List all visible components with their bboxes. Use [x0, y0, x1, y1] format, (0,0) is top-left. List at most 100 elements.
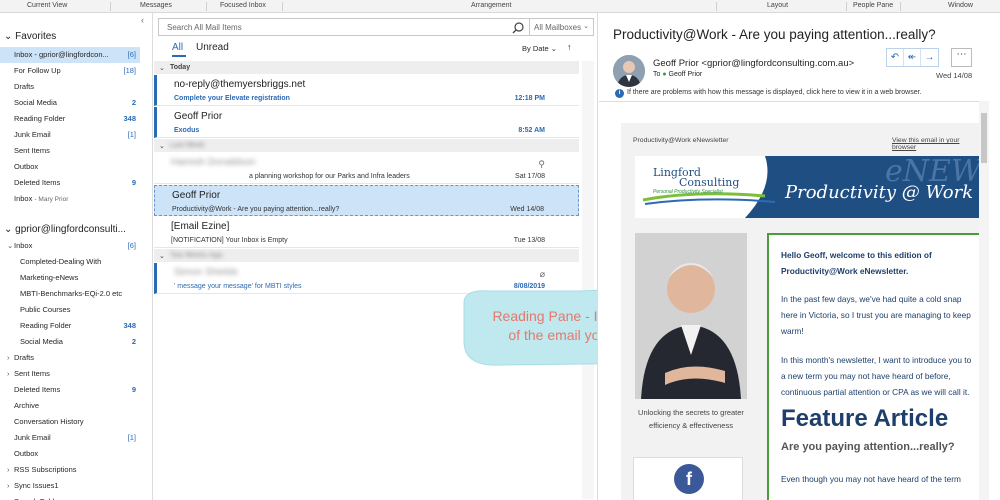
group-label: Today [170, 64, 191, 71]
favorites-header[interactable]: ⌄ Favorites [4, 31, 56, 42]
message-list-scrollbar[interactable] [582, 61, 594, 499]
reading-pane-callout: Reading Pane - Instant view of the email… [463, 289, 598, 366]
ribbon-group-bar: Current View Messages Focused Inbox Arra… [0, 0, 1000, 13]
group-label: Last Week [170, 142, 205, 149]
tab-unread[interactable]: Unread [196, 42, 229, 53]
tab-all[interactable]: All [172, 42, 186, 57]
folder-item[interactable]: › RSS Subscriptions [0, 462, 140, 478]
chevron-right-icon[interactable]: › [7, 350, 10, 366]
message-row[interactable]: Geoff Prior Exodus 8:52 AM [154, 107, 579, 138]
search-input[interactable]: Search All Mail Items [167, 23, 242, 32]
folder-label: MBTI-Benchmarks-EQi-2.0 etc [20, 289, 123, 298]
forward-icon[interactable]: → [921, 49, 938, 66]
reply-icon[interactable]: ↶ [887, 49, 904, 66]
folder-item[interactable]: Search Folders [0, 494, 140, 500]
folder-item[interactable]: Conversation History [0, 414, 140, 430]
author-photo [635, 233, 747, 399]
reading-scrollbar[interactable] [979, 101, 989, 500]
folder-label: Outbox [14, 449, 39, 458]
group-header-last-week[interactable]: ⌄ Last Week [154, 139, 579, 152]
intro-line: here in Victoria, so I trust you are man… [781, 310, 971, 320]
to-label: To [653, 71, 661, 78]
feature-article-heading: Feature Article [781, 405, 949, 432]
avatar[interactable] [613, 55, 645, 87]
message-row[interactable]: no-reply@themyersbriggs.net Complete you… [154, 75, 579, 106]
chevron-right-icon[interactable]: › [7, 478, 10, 494]
folder-label: Inbox [14, 194, 33, 203]
group-label: Two Weeks Ago [170, 252, 223, 259]
folder-item[interactable]: ⌄ Inbox [6] [0, 238, 140, 254]
folder-label: Inbox [14, 241, 33, 250]
folder-item[interactable]: Outbox [0, 446, 140, 462]
group-header-today[interactable]: ⌄ Today [154, 61, 579, 74]
folder-label: Completed-Dealing With [20, 257, 102, 266]
message-row[interactable]: Hamish Donaldson a planning workshop for… [154, 153, 579, 184]
reply-all-icon[interactable]: ↞ [904, 49, 921, 66]
message-subject: [NOTIFICATION] Your Inbox is Empty [171, 237, 288, 244]
folder-item[interactable]: › Sent Items [0, 366, 140, 382]
ribbon-group-current-view: Current View [27, 2, 68, 9]
folder-count: 2 [131, 98, 136, 107]
folder-item[interactable]: Social Media 2 [0, 95, 140, 111]
message-sender: Hamish Donaldson [171, 157, 256, 168]
chevron-right-icon[interactable]: › [7, 462, 10, 478]
message-subject: a planning workshop for our Parks and In… [249, 173, 410, 180]
infobar-text: If there are problems with how this mess… [627, 89, 922, 96]
sender-address[interactable]: Geoff Prior <gprior@lingfordconsulting.c… [653, 58, 854, 69]
photo-caption: Unlocking the secrets to greater efficie… [638, 408, 744, 430]
search-box[interactable]: Search All Mail Items All Mailboxes ⌄ [158, 18, 594, 36]
folder-item[interactable]: Inbox - Mary Prior [0, 191, 140, 207]
newsletter-banner: Lingford Consulting Personal Productivit… [635, 156, 979, 218]
message-row-selected[interactable]: Geoff Prior Productivity@Work - Are you … [154, 185, 579, 216]
sort-by-dropdown[interactable]: By Date ⌄ [522, 44, 557, 53]
callout-line-2: of the email you select. [508, 327, 598, 343]
ribbon-divider [716, 2, 717, 11]
folder-item[interactable]: Deleted Items 9 [0, 382, 140, 398]
folder-item[interactable]: Sent Items [0, 143, 140, 159]
folder-item[interactable]: Inbox - gprior@lingfordcon... [6] [0, 47, 140, 63]
folder-item[interactable]: Junk Email [1] [0, 430, 140, 446]
folder-item[interactable]: Public Courses [0, 302, 140, 318]
view-in-browser-link[interactable]: View this email in your browser [892, 137, 979, 151]
folder-item[interactable]: For Follow Up [18] [0, 63, 140, 79]
chevron-down-icon: ⌄ [159, 65, 165, 72]
folder-count: 2 [131, 337, 136, 346]
message-date: 8:52 AM [518, 127, 545, 134]
more-actions-button[interactable]: ⋯ [951, 48, 972, 67]
folder-label: Outbox [14, 162, 39, 171]
folder-label: Reading Folder [14, 114, 66, 123]
ribbon-group-people-pane: People Pane [853, 2, 894, 9]
folder-label: RSS Subscriptions [14, 465, 77, 474]
folder-item[interactable]: Junk Email [1] [0, 127, 140, 143]
chevron-down-icon[interactable]: ⌄ [7, 238, 13, 254]
account-header[interactable]: ⌄ gprior@lingfordconsulti... [4, 224, 126, 235]
message-row[interactable]: [Email Ezine] [NOTIFICATION] Your Inbox … [154, 217, 579, 248]
sort-direction-icon[interactable]: ↑ [567, 42, 572, 52]
collapse-pane-icon[interactable]: ‹ [141, 15, 144, 25]
folder-item[interactable]: Completed-Dealing With [0, 254, 140, 270]
folder-item[interactable]: Marketing-eNews [0, 270, 140, 286]
folder-item[interactable]: Archive [0, 398, 140, 414]
search-icon[interactable] [511, 21, 525, 35]
recipient-name[interactable]: Geoff Prior [669, 71, 703, 78]
received-date: Wed 14/08 [936, 71, 973, 80]
chevron-right-icon[interactable]: › [7, 366, 10, 382]
folder-item[interactable]: Social Media 2 [0, 334, 140, 350]
message-sender: [Email Ezine] [171, 221, 230, 232]
folder-item[interactable]: Drafts [0, 79, 140, 95]
social-box: f [633, 457, 743, 500]
folder-item[interactable]: › Sync Issues1 [0, 478, 140, 494]
folder-item[interactable]: MBTI-Benchmarks-EQi-2.0 etc [0, 286, 140, 302]
facebook-icon[interactable]: f [674, 464, 704, 494]
intro-line: In this month's newsletter, I want to in… [781, 355, 972, 365]
folder-label: For Follow Up [14, 66, 61, 75]
folder-item[interactable]: Reading Folder 348 [0, 111, 140, 127]
group-header-two-weeks-ago[interactable]: ⌄ Two Weeks Ago [154, 249, 579, 262]
search-scope-dropdown[interactable]: All Mailboxes ⌄ [529, 19, 593, 35]
folder-item[interactable]: Reading Folder 348 [0, 318, 140, 334]
folder-item[interactable]: Deleted Items 9 [0, 175, 140, 191]
folder-item[interactable]: › Drafts [0, 350, 140, 366]
folder-item[interactable]: Outbox [0, 159, 140, 175]
scrollbar-thumb[interactable] [981, 113, 987, 163]
infobar[interactable]: i If there are problems with how this mes… [615, 89, 922, 98]
